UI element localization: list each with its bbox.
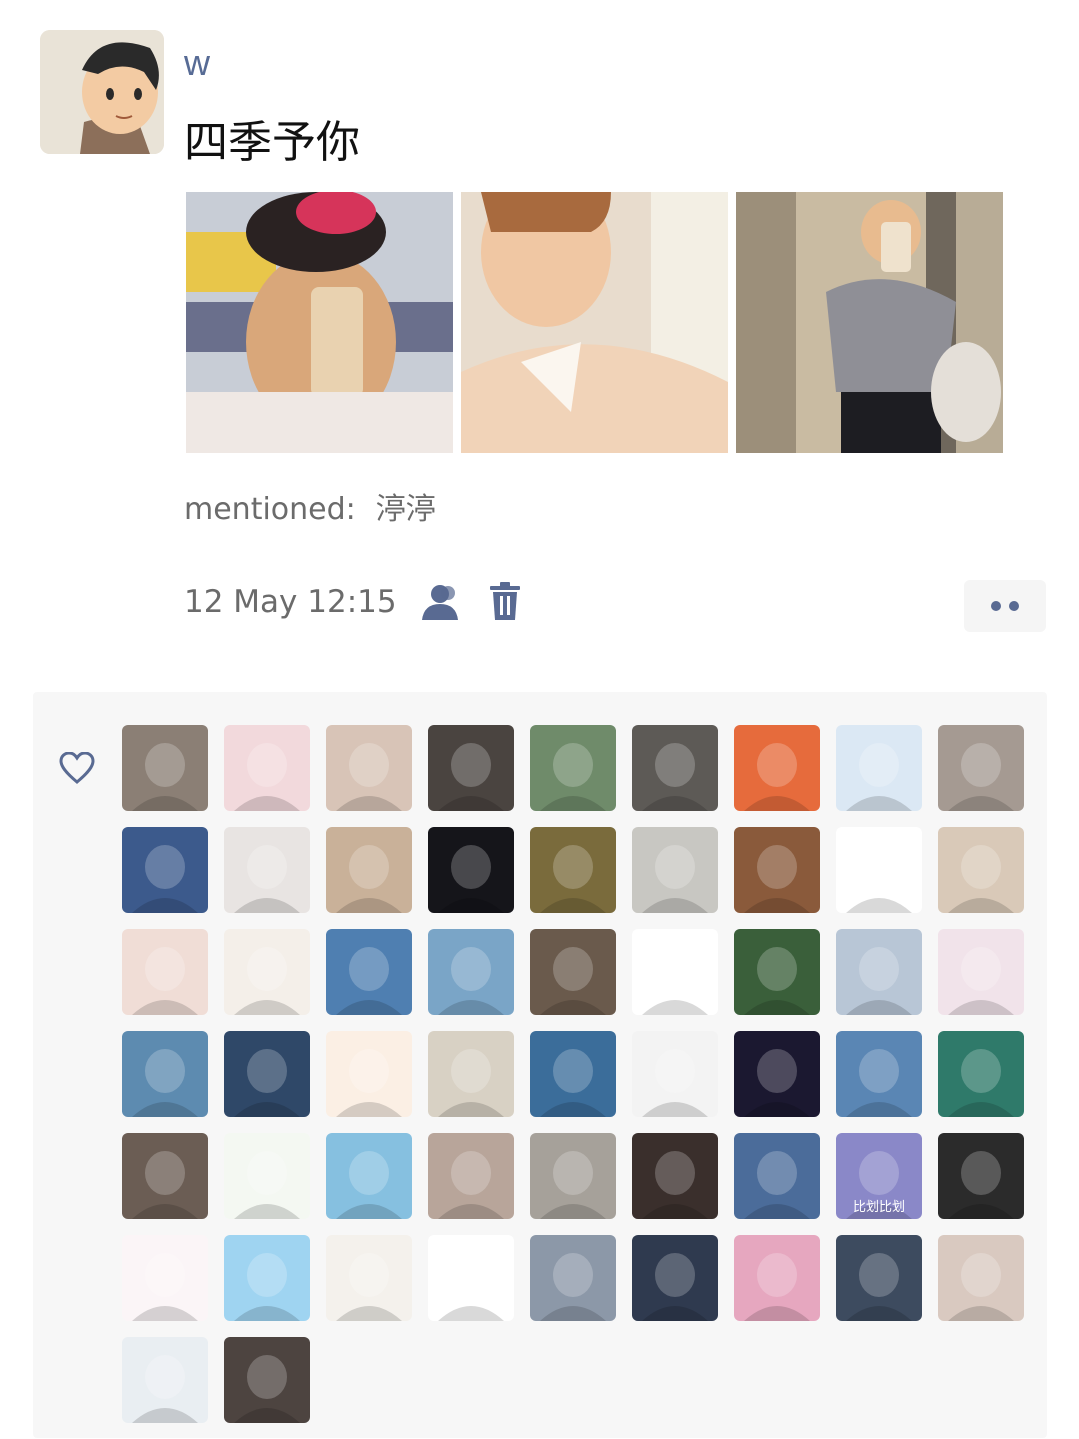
liker-avatar[interactable] xyxy=(734,827,820,913)
liker-avatar[interactable] xyxy=(122,1031,208,1117)
liker-avatar[interactable] xyxy=(224,1031,310,1117)
liker-avatar[interactable] xyxy=(326,1133,412,1219)
liker-avatar[interactable] xyxy=(734,1031,820,1117)
liker-avatar[interactable] xyxy=(224,929,310,1015)
photo-grid xyxy=(186,192,1003,453)
liker-avatar[interactable] xyxy=(428,725,514,811)
liker-avatar[interactable] xyxy=(122,929,208,1015)
heart-icon xyxy=(59,751,95,784)
liker-avatar[interactable] xyxy=(734,929,820,1015)
liker-avatar[interactable] xyxy=(224,827,310,913)
liker-avatar[interactable] xyxy=(734,1133,820,1219)
liker-avatar[interactable] xyxy=(428,827,514,913)
mentioned-label: mentioned: xyxy=(184,492,356,527)
dot-icon xyxy=(991,601,1001,611)
liker-avatar[interactable] xyxy=(122,725,208,811)
liker-avatar[interactable] xyxy=(836,929,922,1015)
liker-avatar[interactable] xyxy=(632,827,718,913)
liker-avatar[interactable] xyxy=(632,1235,718,1321)
liker-avatar[interactable] xyxy=(734,1235,820,1321)
liker-avatar[interactable] xyxy=(326,1235,412,1321)
likes-panel: 比划比划 xyxy=(33,692,1047,1438)
liker-avatar[interactable] xyxy=(326,725,412,811)
liker-avatar[interactable] xyxy=(938,1031,1024,1117)
liker-avatar[interactable] xyxy=(122,1235,208,1321)
user-avatar[interactable] xyxy=(40,30,164,154)
more-options-button[interactable] xyxy=(964,580,1046,632)
post-photo-2[interactable] xyxy=(461,192,728,453)
liker-avatar[interactable] xyxy=(122,1133,208,1219)
liker-avatar[interactable] xyxy=(632,725,718,811)
mentioned-name[interactable]: 渟渟 xyxy=(376,492,436,527)
liker-avatar[interactable] xyxy=(734,725,820,811)
liker-avatar[interactable] xyxy=(530,1031,616,1117)
liker-avatar[interactable] xyxy=(428,1031,514,1117)
liker-avatar[interactable] xyxy=(632,1031,718,1117)
liker-avatar[interactable] xyxy=(632,1133,718,1219)
liker-avatar[interactable] xyxy=(122,827,208,913)
liker-avatar[interactable] xyxy=(836,827,922,913)
dot-icon xyxy=(1009,601,1019,611)
post-photo-1[interactable] xyxy=(186,192,453,453)
people-icon[interactable] xyxy=(418,582,462,622)
mentioned-line: mentioned: 渟渟 xyxy=(184,484,436,528)
liker-avatar[interactable] xyxy=(122,1337,208,1423)
liker-avatar[interactable] xyxy=(938,1235,1024,1321)
post-photo-3[interactable] xyxy=(736,192,1003,453)
post-text: 四季予你 xyxy=(184,117,360,168)
liker-avatar[interactable] xyxy=(530,725,616,811)
liker-avatar[interactable] xyxy=(836,1031,922,1117)
liker-avatar[interactable]: 比划比划 xyxy=(836,1133,922,1219)
liker-avatar-grid: 比划比划 xyxy=(122,725,1024,1423)
liker-avatar[interactable] xyxy=(224,725,310,811)
liker-avatar[interactable] xyxy=(428,1235,514,1321)
username-link[interactable]: w xyxy=(184,42,210,84)
liker-avatar[interactable] xyxy=(938,1133,1024,1219)
liker-avatar[interactable] xyxy=(224,1235,310,1321)
liker-avatar[interactable] xyxy=(938,827,1024,913)
liker-avatar[interactable] xyxy=(530,929,616,1015)
liker-avatar[interactable] xyxy=(530,827,616,913)
liker-avatar[interactable] xyxy=(326,1031,412,1117)
liker-avatar[interactable] xyxy=(224,1133,310,1219)
liker-avatar[interactable] xyxy=(428,1133,514,1219)
liker-avatar[interactable] xyxy=(836,1235,922,1321)
liker-avatar[interactable] xyxy=(938,929,1024,1015)
liker-avatar[interactable] xyxy=(632,929,718,1015)
liker-avatar[interactable] xyxy=(326,827,412,913)
liker-avatar[interactable] xyxy=(836,725,922,811)
trash-icon[interactable] xyxy=(488,582,522,622)
liker-avatar[interactable] xyxy=(224,1337,310,1423)
liker-avatar[interactable] xyxy=(326,929,412,1015)
liker-avatar[interactable] xyxy=(530,1133,616,1219)
avatar-caption: 比划比划 xyxy=(852,1200,905,1215)
liker-avatar[interactable] xyxy=(428,929,514,1015)
liker-avatar[interactable] xyxy=(938,725,1024,811)
post-timestamp: 12 May 12:15 xyxy=(184,584,397,620)
liker-avatar[interactable] xyxy=(530,1235,616,1321)
